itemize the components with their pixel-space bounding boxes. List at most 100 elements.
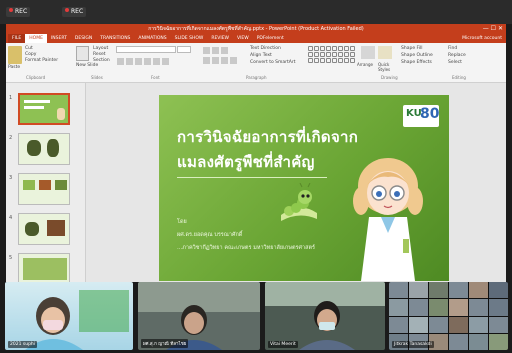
copy-button[interactable]: Copy <box>25 52 65 57</box>
author-name: ผศ.ดร.ยอดคุณ บรรณาศักดิ์ <box>177 232 243 238</box>
replace-button[interactable]: Replace <box>448 53 466 58</box>
slide-thumbnail-4[interactable] <box>18 213 70 245</box>
select-button[interactable]: Select <box>448 60 462 65</box>
participant-video <box>265 282 385 350</box>
slide-thumbnails-pane: 1 2 3 4 5 <box>6 83 86 282</box>
paragraph-label: Paragraph <box>246 75 267 80</box>
slide-thumbnail-3[interactable] <box>18 173 70 205</box>
thumb-number: 4 <box>9 215 13 221</box>
tab-view[interactable]: VIEW <box>233 34 253 43</box>
paste-icon <box>8 46 22 64</box>
text-direction-button[interactable]: Text Direction <box>250 46 300 51</box>
record-dot-icon <box>65 8 69 12</box>
participant-tile[interactable]: 2021 suphi <box>5 282 133 350</box>
ribbon: Paste Cut Copy Format Painter Clipboard … <box>6 43 506 83</box>
slide-thumbnail-1[interactable] <box>18 93 70 125</box>
drawing-label: Drawing <box>381 75 398 80</box>
thumb-number: 2 <box>9 135 13 141</box>
align-text-button[interactable]: Align Text <box>250 53 300 58</box>
underline-icon[interactable] <box>135 58 142 65</box>
tab-animations[interactable]: ANIMATIONS <box>134 34 170 43</box>
justify-icon[interactable] <box>230 57 237 64</box>
department: ...ภาควิชากีฏวิทยา คณะเกษตร มหาวิทยาลัยเ… <box>177 245 315 251</box>
shape-fill-button[interactable]: Shape Fill <box>401 46 423 51</box>
powerpoint-window: การวินิจฉัยอาการที่เกิดจากแมลงศัตรูพืชที… <box>6 24 506 282</box>
gallery-grid <box>389 282 508 350</box>
new-slide-button[interactable]: New Slide <box>76 63 102 68</box>
format-painter-button[interactable]: Format Painter <box>25 58 75 63</box>
tab-review[interactable]: REVIEW <box>207 34 233 43</box>
slide-title-line-1: การวินิจฉัยอาการที่เกิดจาก <box>177 128 359 146</box>
align-right-icon[interactable] <box>221 57 228 64</box>
slide-thumbnail-2[interactable] <box>18 133 70 165</box>
font-group <box>116 46 196 66</box>
strikethrough-icon[interactable] <box>144 58 151 65</box>
participant-name: Jitkrak Tanasakdi <box>392 341 434 348</box>
shape-outline-button[interactable]: Shape Outline <box>401 53 433 58</box>
window-titlebar: การวินิจฉัยอาการที่เกิดจากแมลงศัตรูพืชที… <box>6 24 506 34</box>
tab-design[interactable]: DESIGN <box>71 34 96 43</box>
font-color-icon[interactable] <box>162 58 169 65</box>
italic-icon[interactable] <box>126 58 133 65</box>
shape-effects-button[interactable]: Shape Effects <box>401 60 432 65</box>
ku-logo: KU 80 <box>403 105 439 127</box>
thumb-number: 5 <box>9 255 13 261</box>
align-center-icon[interactable] <box>212 57 219 64</box>
convert-smartart-button[interactable]: Convert to SmartArt <box>250 60 310 65</box>
caterpillar-illustration <box>281 183 317 221</box>
by-label: โดย <box>177 219 187 225</box>
paste-button[interactable]: Paste <box>8 65 32 70</box>
arrange-button[interactable]: Arrange <box>357 62 373 67</box>
slide-title-line-2: แมลงศัตรูพืชที่สำคัญ <box>177 153 315 171</box>
recording-badge: REC <box>6 7 31 17</box>
window-controls[interactable]: — ☐ ✕ <box>483 24 503 34</box>
tab-pdfelement[interactable]: PDFelement <box>253 34 288 43</box>
slide-canvas[interactable]: KU 80 การวินิจฉัยอาการที่เกิดจาก แมลงศัต… <box>159 95 449 281</box>
tab-slide-show[interactable]: SLIDE SHOW <box>171 34 208 43</box>
arrange-icon <box>361 46 375 59</box>
participant-name: 2021 suphi <box>8 341 38 348</box>
tab-home[interactable]: HOME <box>25 34 47 43</box>
window-title: การวินิจฉัยอาการที่เกิดจากแมลงศัตรูพืชที… <box>148 26 364 32</box>
recording-bar: REC REC <box>0 0 512 24</box>
quick-styles-icon <box>378 46 392 59</box>
align-left-icon[interactable] <box>203 57 210 64</box>
new-slide-icon <box>76 46 89 61</box>
clipboard-label: Clipboard <box>26 75 46 80</box>
participant-tile[interactable]: Vitai Meerit <box>265 282 385 350</box>
drawing-group <box>308 46 355 63</box>
cut-button[interactable]: Cut <box>25 46 65 51</box>
account-link[interactable]: Microsoft account <box>458 34 506 43</box>
participant-tile[interactable]: ผศ.สุ.ก ญาณี ทีลาไชย <box>138 282 260 350</box>
editor-area: 1 2 3 4 5 KU 80 การวินิจฉัยอาการที่เกิดจ… <box>6 83 506 282</box>
title-divider <box>177 177 327 178</box>
scientist-illustration <box>353 158 423 281</box>
ribbon-tabs: FILE HOME INSERT DESIGN TRANSITIONS ANIM… <box>6 34 506 43</box>
editing-label: Editing <box>452 75 466 80</box>
shapes-gallery[interactable] <box>308 46 355 63</box>
find-button[interactable]: Find <box>448 46 457 51</box>
thumb-number: 3 <box>9 175 13 181</box>
indent-icon[interactable] <box>221 47 228 54</box>
participant-name: ผศ.สุ.ก ญาณี ทีลาไชย <box>141 339 189 348</box>
font-size-select[interactable] <box>177 46 192 53</box>
bold-icon[interactable] <box>117 58 124 65</box>
font-name-select[interactable] <box>116 46 176 53</box>
bullets-icon[interactable] <box>203 47 210 54</box>
tab-transitions[interactable]: TRANSITIONS <box>96 34 134 43</box>
tab-insert[interactable]: INSERT <box>47 34 71 43</box>
participant-gallery[interactable]: Jitkrak Tanasakdi <box>389 282 508 350</box>
font-label: Font <box>151 75 160 80</box>
record-dot-icon <box>9 8 13 12</box>
participant-video <box>25 290 129 350</box>
paragraph-group: Text Direction Align Text Convert to Sma… <box>202 46 295 65</box>
quick-styles-button[interactable]: Quick Styles <box>378 62 396 72</box>
numbering-icon[interactable] <box>212 47 219 54</box>
participant-name: Vitai Meerit <box>268 341 298 348</box>
tab-file[interactable]: FILE <box>8 34 26 43</box>
recording-badge-2: REC <box>62 7 87 17</box>
shadow-icon[interactable] <box>153 58 160 65</box>
slide-thumbnail-5[interactable] <box>18 253 70 282</box>
thumb-number: 1 <box>9 95 13 101</box>
slides-label: Slides <box>91 75 103 80</box>
